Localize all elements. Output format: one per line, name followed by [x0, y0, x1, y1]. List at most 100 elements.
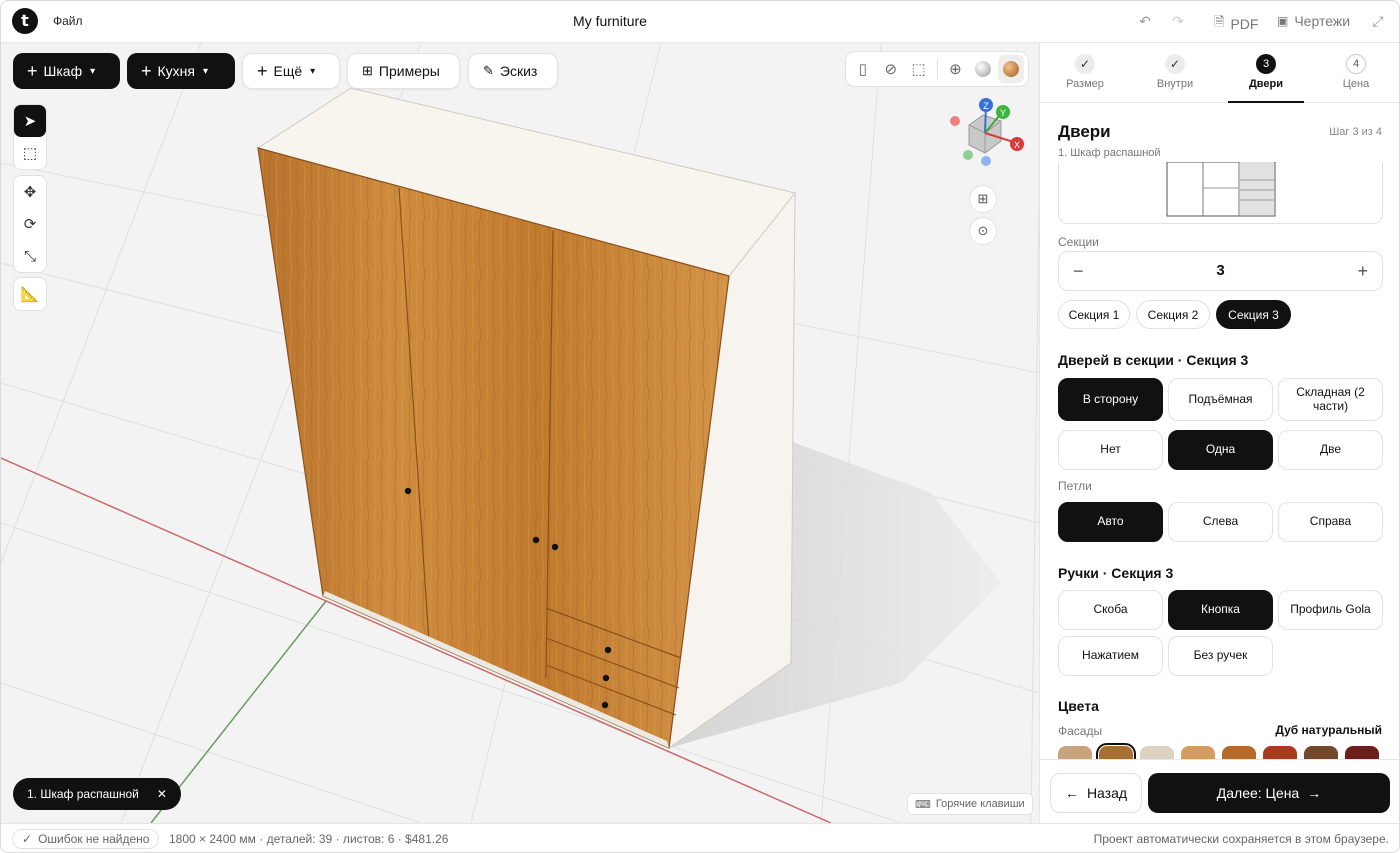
- rotate-icon[interactable]: ⟳: [14, 208, 46, 240]
- errors-label: Ошибок не найдено: [38, 832, 150, 846]
- add-kitchen-button[interactable]: + Кухня ▾: [127, 53, 235, 89]
- chevron-down-icon: ▾: [310, 65, 316, 77]
- step-counter: Шаг 3 из 4: [1329, 126, 1382, 138]
- back-button[interactable]: ← Назад: [1050, 773, 1142, 813]
- panel-title: Двери: [1058, 122, 1111, 141]
- hinge-auto[interactable]: Авто: [1058, 502, 1163, 542]
- step-number: 3: [1256, 54, 1276, 74]
- door-type-folding[interactable]: Складная (2 части): [1278, 378, 1383, 421]
- handle-bar[interactable]: Скоба: [1058, 590, 1163, 630]
- drawings-button[interactable]: ▣ Чертежи: [1277, 13, 1350, 29]
- swatch-2-selected[interactable]: [1096, 743, 1136, 759]
- facades-label: Фасады: [1058, 724, 1103, 738]
- pointer-icon[interactable]: ➤: [14, 105, 46, 137]
- handle-none[interactable]: Без ручек: [1168, 636, 1273, 676]
- hinge-right[interactable]: Справа: [1278, 502, 1383, 542]
- add-wardrobe-label: Шкаф: [43, 63, 83, 79]
- divider: [936, 59, 938, 79]
- handle-knob[interactable]: Кнопка: [1168, 590, 1273, 630]
- scale-icon[interactable]: ⤡: [14, 240, 46, 272]
- focus-icon[interactable]: ⊙: [969, 217, 997, 245]
- add-wardrobe-button[interactable]: + Шкаф ▾: [13, 53, 120, 89]
- arrow-right-icon: →: [1307, 785, 1322, 801]
- swatch-7[interactable]: [1304, 746, 1338, 759]
- axis-z-label: Z: [983, 101, 989, 111]
- axis-gizmo[interactable]: Z Y X: [943, 95, 1033, 167]
- door-count-two[interactable]: Две: [1278, 430, 1383, 470]
- panel-footer: ← Назад Далее: Цена →: [1040, 759, 1399, 823]
- sections-value: 3: [1216, 262, 1225, 279]
- selected-object-chip[interactable]: 1. Шкаф распашной ✕: [13, 778, 181, 810]
- sketch-button[interactable]: ✎ Эскиз: [468, 53, 558, 89]
- errors-badge[interactable]: ✓ Ошибок не найдено: [12, 829, 160, 849]
- grid-toggle-icon[interactable]: ⊞: [969, 185, 997, 213]
- doors-toggle-icon[interactable]: ▯: [850, 55, 876, 83]
- check-icon: ✓: [1075, 54, 1095, 74]
- check-circle-icon: ✓: [22, 832, 33, 846]
- close-icon[interactable]: ✕: [157, 787, 167, 801]
- next-button[interactable]: Далее: Цена →: [1148, 773, 1390, 813]
- box-select-icon[interactable]: ⬚: [14, 137, 46, 169]
- expand-icon[interactable]: ⤢: [1369, 12, 1387, 30]
- check-icon: ✓: [1165, 54, 1185, 74]
- grey-sphere-icon: [975, 61, 992, 77]
- hinge-left[interactable]: Слева: [1168, 502, 1273, 542]
- globe-icon[interactable]: ⊕: [942, 55, 968, 83]
- grid-icon: ⊞: [362, 63, 373, 78]
- more-label: Ещё: [273, 63, 303, 79]
- step-doors[interactable]: 3 Двери: [1228, 43, 1304, 103]
- sections-stepper: − 3 +: [1058, 251, 1383, 291]
- arrow-left-icon: ←: [1064, 785, 1079, 801]
- status-bar: ✓ Ошибок не найдено 1800 × 2400 мм · дет…: [1, 823, 1399, 852]
- step-price[interactable]: 4 Цена: [1318, 43, 1394, 103]
- examples-label: Примеры: [378, 63, 440, 79]
- plus-icon: +: [141, 61, 152, 81]
- door-count-none[interactable]: Нет: [1058, 430, 1163, 470]
- swatch-8[interactable]: [1345, 746, 1379, 759]
- top-bar: t Файл My furniture ↶ ↷ 🗎 PDF ▣ Чертежи …: [1, 1, 1399, 43]
- door-type-swing[interactable]: В сторону: [1058, 378, 1163, 421]
- axis-x-label: X: [1014, 140, 1020, 150]
- hotkeys-button[interactable]: ⌨ Горячие клавиши: [907, 793, 1033, 815]
- door-type-lift[interactable]: Подъёмная: [1168, 378, 1273, 421]
- plus-icon[interactable]: +: [1357, 261, 1368, 282]
- step-label: Размер: [1066, 78, 1104, 90]
- chevron-down-icon: ▾: [90, 65, 96, 77]
- material-wood-button[interactable]: [998, 55, 1024, 83]
- swatch-1[interactable]: [1058, 746, 1092, 759]
- section-pill-1[interactable]: Секция 1: [1058, 300, 1130, 329]
- swatch-4[interactable]: [1181, 746, 1215, 759]
- step-inside[interactable]: ✓ Внутри: [1137, 43, 1213, 103]
- swatch-3[interactable]: [1140, 746, 1174, 759]
- layout-preview-drawing: [1166, 161, 1276, 217]
- redo-icon[interactable]: ↷: [1169, 12, 1187, 30]
- swatch-5[interactable]: [1222, 746, 1256, 759]
- doors-heading: Дверей в секции · Секция 3: [1058, 352, 1249, 368]
- document-icon: 🗎: [1214, 14, 1225, 29]
- pencil-icon: ✎: [483, 63, 494, 78]
- door-count-one[interactable]: Одна: [1168, 430, 1273, 470]
- step-size[interactable]: ✓ Размер: [1047, 43, 1123, 103]
- undo-icon[interactable]: ↶: [1136, 12, 1154, 30]
- section-pill-2[interactable]: Секция 2: [1136, 300, 1210, 329]
- move-icon[interactable]: ✥: [14, 176, 46, 208]
- project-info: 1800 × 2400 мм · деталей: 39 · листов: 6…: [169, 832, 449, 846]
- panel-body: Двери Шаг 3 из 4 1. Шкаф распашной Секци…: [1040, 104, 1399, 759]
- 3d-viewport[interactable]: + Шкаф ▾ + Кухня ▾ + Ещё ▾ ⊞ Примеры ✎ Э…: [1, 43, 1039, 823]
- handle-push[interactable]: Нажатием: [1058, 636, 1163, 676]
- material-grey-button[interactable]: [970, 55, 996, 83]
- transform-tools: ✥ ⟳ ⤡: [13, 175, 47, 273]
- pdf-button[interactable]: 🗎 PDF: [1214, 13, 1258, 35]
- frame-select-icon[interactable]: ⬚: [906, 55, 932, 83]
- step-label: Внутри: [1156, 78, 1194, 90]
- config-panel: ✓ Размер ✓ Внутри 3 Двери 4 Цена Двери Ш…: [1039, 43, 1399, 823]
- section-pill-3[interactable]: Секция 3: [1216, 300, 1291, 329]
- scene-render[interactable]: [1, 43, 1039, 823]
- ruler-icon[interactable]: 📐: [14, 278, 46, 310]
- eye-off-icon[interactable]: ⊘: [878, 55, 904, 83]
- add-kitchen-label: Кухня: [157, 63, 195, 79]
- examples-button[interactable]: ⊞ Примеры: [347, 53, 460, 89]
- more-button[interactable]: + Ещё ▾: [242, 53, 340, 89]
- swatch-6[interactable]: [1263, 746, 1297, 759]
- handle-gola[interactable]: Профиль Gola: [1278, 590, 1383, 630]
